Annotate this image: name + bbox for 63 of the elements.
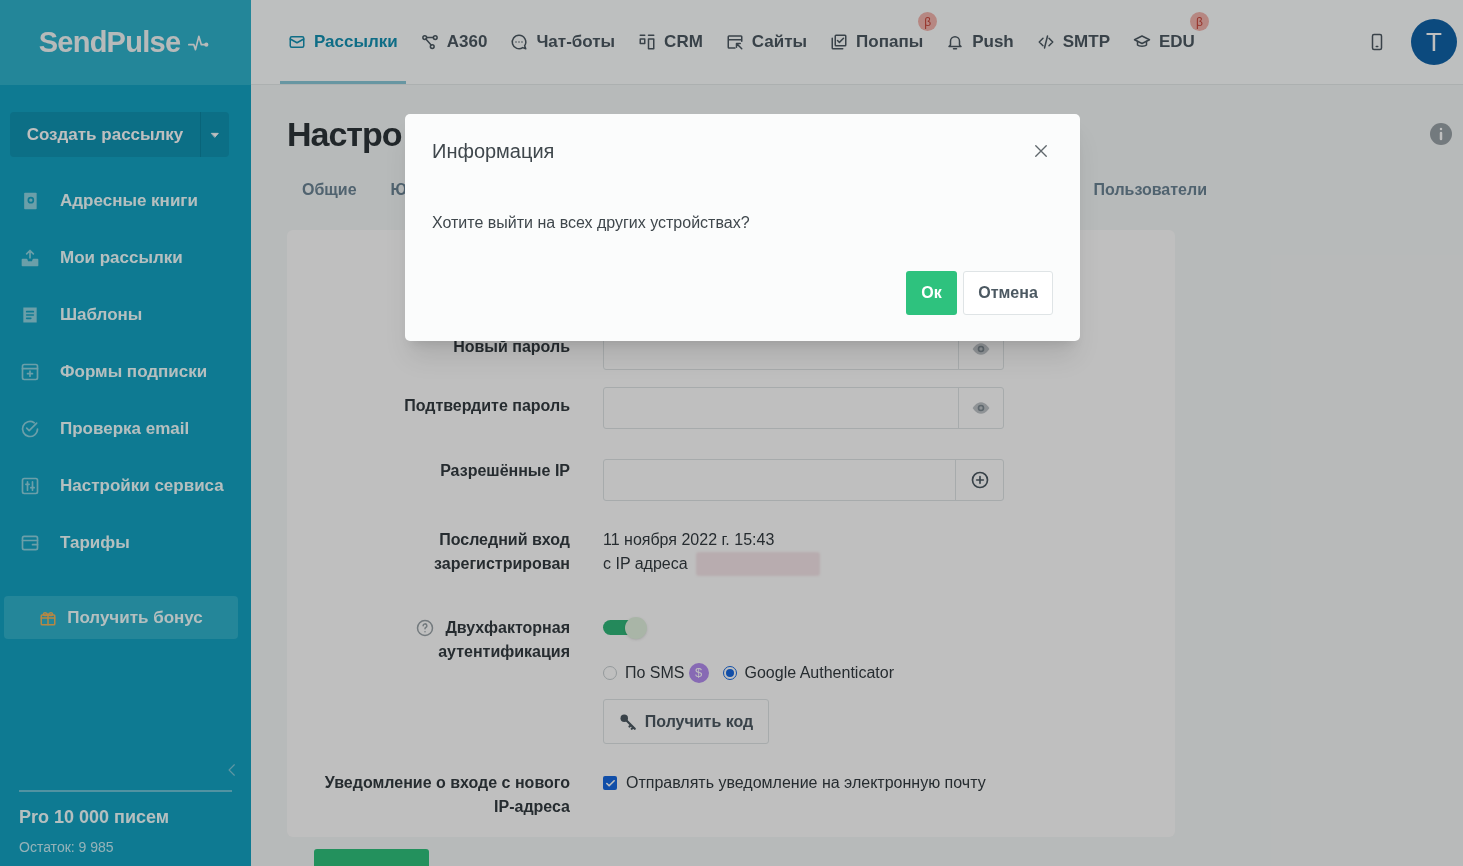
nav-tab[interactable]: Чат-боты: [502, 0, 624, 84]
columns-icon: [638, 33, 657, 51]
help-icon: [416, 619, 435, 637]
sidebar-item[interactable]: Тарифы: [0, 514, 251, 571]
code-icon: [1036, 33, 1055, 51]
field-label: Подтвердите пароль: [403, 396, 570, 416]
modal-title: Информация: [432, 139, 555, 164]
logo[interactable]: SendPulse: [38, 20, 181, 65]
login-info-text: 11 ноября 2022 г. 15:43: [603, 530, 775, 550]
login-info-text: с IP адреса: [603, 554, 688, 574]
nav-tab[interactable]: Push: [938, 0, 1022, 84]
settings-tab[interactable]: Общие: [287, 178, 372, 202]
nav-tab[interactable]: SMTP: [1028, 0, 1118, 84]
toggle-switch[interactable]: [603, 617, 647, 639]
ok-button[interactable]: Ок: [906, 271, 957, 315]
nodes-icon: [420, 33, 439, 51]
radio-label[interactable]: По SMS: [625, 661, 685, 685]
chat-bubble-icon: [510, 33, 529, 51]
sidebar-item[interactable]: Шаблоны: [0, 286, 251, 343]
beta-badge: β: [918, 12, 938, 31]
field-label: Разрешённые IP: [439, 461, 570, 481]
nav-tab[interactable]: A360: [412, 0, 496, 84]
form-window-icon: [20, 361, 40, 382]
nav-tab[interactable]: CRM: [630, 0, 711, 84]
stacked-check-icon: [830, 33, 849, 51]
sidebar-item[interactable]: Настройки сервиса: [0, 457, 251, 514]
sliders-icon: [20, 475, 40, 496]
close-icon: [1032, 142, 1050, 160]
field-label: Двухфакторная аутентификация: [438, 618, 570, 662]
sidebar-item[interactable]: Мои рассылки: [0, 229, 251, 286]
field-label: Последний вход зарегистрирован: [433, 530, 570, 574]
settings-tab[interactable]: Пользователи: [1078, 178, 1222, 202]
cancel-button[interactable]: Отмена: [963, 271, 1053, 315]
create-campaign-button[interactable]: Создать рассылку: [10, 112, 229, 157]
check-icon: [604, 777, 616, 789]
password-input-field[interactable]: [603, 387, 1004, 429]
bell-icon: [946, 33, 965, 51]
nav-tab[interactable]: Сайты: [717, 0, 816, 84]
upload-tray-icon: [20, 247, 40, 268]
envelope-icon: [288, 33, 306, 51]
page-title: Настро: [287, 113, 402, 155]
sidebar-item[interactable]: Проверка email: [0, 400, 251, 457]
remaining-count: Остаток: 9 985: [19, 838, 115, 857]
plan-name: Pro 10 000 писем: [19, 806, 171, 829]
sidebar-item[interactable]: Формы подписки: [0, 343, 251, 400]
field-label: Уведомление о входе с нового IP-адреса: [323, 773, 570, 817]
bonus-button[interactable]: Получить бонус: [4, 596, 238, 639]
ip-input-field[interactable]: [603, 459, 1004, 501]
field-label: Новый пароль: [452, 337, 570, 357]
key-icon: [618, 712, 637, 731]
radio-label[interactable]: Google Authenticator: [744, 661, 894, 685]
checkbox-label[interactable]: Отправлять уведомление на электронную почту: [626, 771, 986, 795]
get-code-button[interactable]: Получить код: [603, 699, 769, 744]
modal-message: Хотите выйти на всех других устройствах?: [432, 213, 751, 233]
paid-badge: $: [688, 663, 709, 683]
check-circle-icon: [20, 418, 40, 439]
checkbox[interactable]: [603, 776, 617, 790]
sidebar-item[interactable]: Адресные книги: [0, 172, 251, 229]
info-icon: [1429, 122, 1453, 146]
user-avatar[interactable]: T: [1411, 19, 1457, 65]
plus-circle-icon: [969, 470, 990, 490]
window-cursor-icon: [725, 33, 744, 51]
beta-badge: β: [1189, 12, 1209, 31]
